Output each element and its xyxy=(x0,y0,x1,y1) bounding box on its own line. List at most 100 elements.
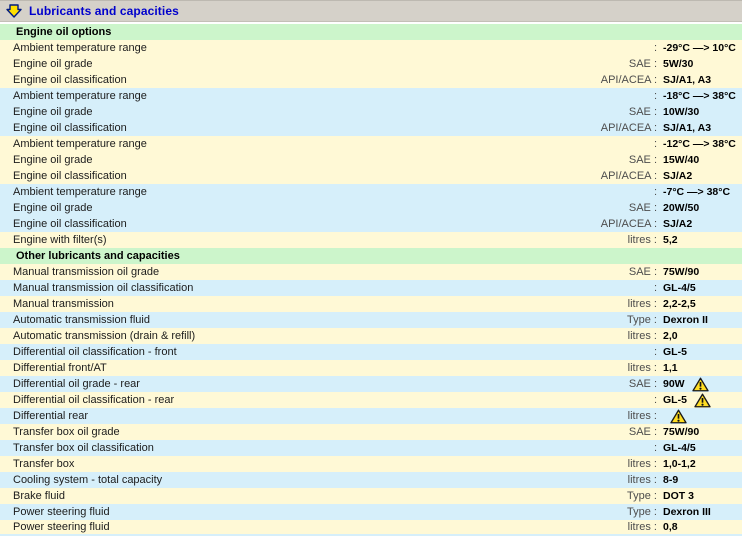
row-value-cell xyxy=(657,409,742,424)
row-value: GL-5 xyxy=(663,346,687,358)
row-label: Power steering fluid xyxy=(13,506,110,518)
row-value: -12°C —> 38°C xyxy=(663,138,736,150)
row-value: SJ/A1, A3 xyxy=(663,74,712,86)
table-row: Automatic transmission fluid Type : Dexr… xyxy=(0,312,742,328)
row-value-cell: GL-5 xyxy=(657,346,742,358)
row-value-cell: 8-9 xyxy=(657,474,742,486)
row-value: 5,2 xyxy=(663,234,678,246)
row-value-cell: 5,2 xyxy=(657,234,742,246)
table-row: Transfer box litres : 1,0-1,2 xyxy=(0,456,742,472)
row-value: DOT 3 xyxy=(663,490,694,502)
row-value-cell: SJ/A1, A3 xyxy=(657,122,742,134)
jump-down-arrow-icon[interactable] xyxy=(6,4,22,18)
row-label: Engine oil classification xyxy=(13,218,127,230)
table-row: Transfer box oil classification : GL-4/5 xyxy=(0,440,742,456)
row-value: 8-9 xyxy=(663,474,679,486)
row-unit: litres : xyxy=(627,474,657,486)
row-label: Differential oil grade - rear xyxy=(13,378,140,390)
row-label: Cooling system - total capacity xyxy=(13,474,163,486)
lubricants-table: Engine oil options Ambient temperature r… xyxy=(0,24,742,536)
row-unit: : xyxy=(653,138,657,150)
row-value: GL-5 xyxy=(663,394,687,406)
row-label: Ambient temperature range xyxy=(13,90,147,102)
row-unit: SAE : xyxy=(628,58,657,70)
row-value-cell: GL-4/5 xyxy=(657,442,742,454)
table-row: Engine oil classification API/ACEA : SJ/… xyxy=(0,72,742,88)
row-value-cell: GL-4/5 xyxy=(657,282,742,294)
section-title: Other lubricants and capacities xyxy=(16,250,180,262)
row-value: Dexron III xyxy=(663,506,711,518)
table-row: Automatic transmission (drain & refill) … xyxy=(0,328,742,344)
row-label: Differential front/AT xyxy=(13,362,107,374)
row-label: Differential rear xyxy=(13,410,88,422)
row-unit: litres : xyxy=(627,521,657,533)
warning-triangle-icon xyxy=(694,393,711,408)
row-label: Transfer box xyxy=(13,458,75,470)
row-value-cell: 90W xyxy=(657,377,742,392)
row-label: Engine oil grade xyxy=(13,154,93,166)
row-label: Engine oil grade xyxy=(13,106,93,118)
page-title: Lubricants and capacities xyxy=(29,4,179,18)
table-row: Cooling system - total capacity litres :… xyxy=(0,472,742,488)
row-value: -7°C —> 38°C xyxy=(663,186,731,198)
row-unit: SAE : xyxy=(628,426,657,438)
row-value-cell: -18°C —> 38°C xyxy=(657,90,742,102)
row-value-cell: 75W/90 xyxy=(657,266,742,278)
row-label: Engine oil grade xyxy=(13,202,93,214)
row-label: Manual transmission oil classification xyxy=(13,282,194,294)
row-unit: litres : xyxy=(627,362,657,374)
table-row: Ambient temperature range : -29°C —> 10°… xyxy=(0,40,742,56)
table-row: Differential oil grade - rear SAE : 90W xyxy=(0,376,742,392)
table-row: Brake fluid Type : DOT 3 xyxy=(0,488,742,504)
row-unit: : xyxy=(653,90,657,102)
row-label: Power steering fluid xyxy=(13,521,110,533)
row-unit: API/ACEA : xyxy=(600,122,657,134)
row-value: 1,0-1,2 xyxy=(663,458,696,470)
table-row: Power steering fluid Type : Dexron III xyxy=(0,504,742,520)
table-row: Differential oil classification - rear :… xyxy=(0,392,742,408)
row-unit: API/ACEA : xyxy=(600,170,657,182)
row-value: 0,8 xyxy=(663,521,678,533)
row-value: 1,1 xyxy=(663,362,678,374)
row-value: SJ/A2 xyxy=(663,170,693,182)
table-row: Engine oil grade SAE : 15W/40 xyxy=(0,152,742,168)
table-row: Differential rear litres : xyxy=(0,408,742,424)
row-unit: SAE : xyxy=(628,154,657,166)
row-unit: litres : xyxy=(627,458,657,470)
warning-triangle-icon xyxy=(670,409,687,424)
warning-triangle-icon xyxy=(691,377,709,392)
row-label: Manual transmission xyxy=(13,298,114,310)
row-label: Transfer box oil grade xyxy=(13,426,120,438)
row-label: Ambient temperature range xyxy=(13,186,147,198)
row-value-cell: SJ/A2 xyxy=(657,170,742,182)
row-value: 5W/30 xyxy=(663,58,694,70)
table-row: Ambient temperature range : -7°C —> 38°C xyxy=(0,184,742,200)
row-value: -18°C —> 38°C xyxy=(663,90,736,102)
row-unit: SAE : xyxy=(628,202,657,214)
row-value: -29°C —> 10°C xyxy=(663,42,736,54)
row-unit: litres : xyxy=(627,330,657,342)
row-value-cell: 15W/40 xyxy=(657,154,742,166)
row-value-cell: SJ/A2 xyxy=(657,218,742,230)
row-value: 2,0 xyxy=(663,330,678,342)
row-value: SJ/A1, A3 xyxy=(663,122,712,134)
table-row: Engine oil grade SAE : 5W/30 xyxy=(0,56,742,72)
row-value-cell: 2,2-2,5 xyxy=(657,298,742,310)
table-row: Engine oil classification API/ACEA : SJ/… xyxy=(0,216,742,232)
page-header: Lubricants and capacities xyxy=(0,0,742,22)
section-header-2: Other lubricants and capacities xyxy=(0,248,742,264)
row-value-cell: Dexron II xyxy=(657,314,742,326)
row-value-cell: -7°C —> 38°C xyxy=(657,186,742,198)
row-value-cell: GL-5 xyxy=(657,393,742,408)
table-row: Differential oil classification - front … xyxy=(0,344,742,360)
row-value-cell: 2,0 xyxy=(657,330,742,342)
row-value: 75W/90 xyxy=(663,426,700,438)
row-label: Manual transmission oil grade xyxy=(13,266,160,278)
row-value-cell: Dexron III xyxy=(657,506,742,518)
row-value-cell: -29°C —> 10°C xyxy=(657,42,742,54)
row-unit: : xyxy=(653,394,657,406)
row-value: 2,2-2,5 xyxy=(663,298,696,310)
row-unit: litres : xyxy=(627,234,657,246)
row-value: 90W xyxy=(663,378,685,390)
row-unit: Type : xyxy=(627,506,657,518)
